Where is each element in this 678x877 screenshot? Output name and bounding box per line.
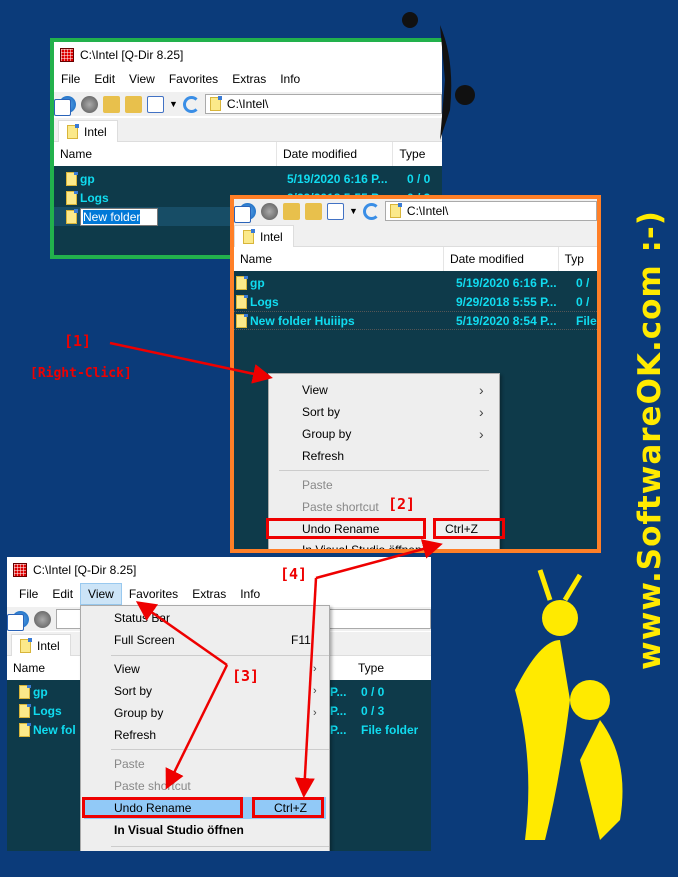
arrow-to-ctrl-z-menu bbox=[294, 577, 318, 798]
annotation-arrows bbox=[109, 12, 623, 840]
arrow-right-click bbox=[109, 341, 273, 384]
cartoon-figures-illustration bbox=[515, 569, 623, 840]
cartoon-figures-top-illustration bbox=[402, 12, 475, 140]
watermark-softwareok: www.SoftwareOK.com :-) bbox=[632, 210, 668, 670]
arrow-to-view-menu bbox=[135, 601, 228, 667]
arrow-to-ctrl-z-context bbox=[315, 539, 443, 580]
arrow-to-undo-rename bbox=[165, 664, 229, 790]
